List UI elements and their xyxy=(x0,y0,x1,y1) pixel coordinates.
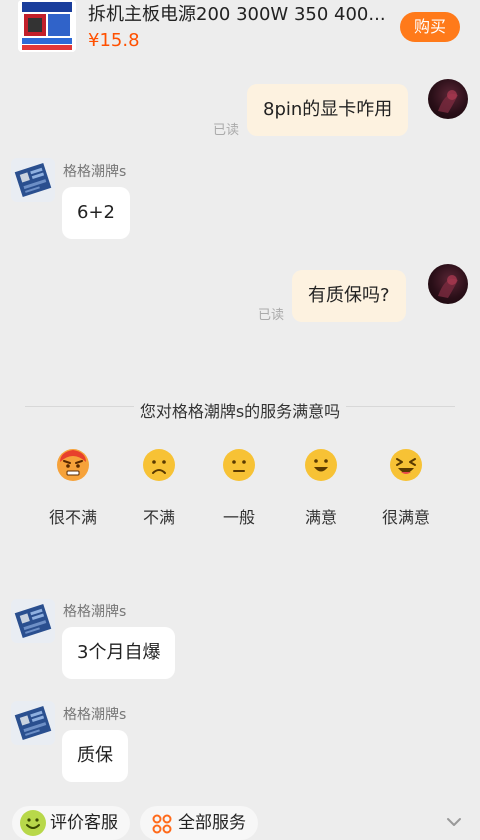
neutral-face-icon xyxy=(223,449,255,481)
rating-label: 一般 xyxy=(222,508,255,527)
frown-face-icon xyxy=(143,449,175,481)
review-service-button[interactable]: 评价客服 xyxy=(12,806,130,840)
message-bubble-incoming[interactable]: 3个月自爆 xyxy=(62,627,176,679)
rating-option-unsatisfied[interactable]: 不满 xyxy=(119,448,199,528)
angry-face-icon xyxy=(57,449,89,481)
rating-label: 很不满 xyxy=(48,508,97,527)
buy-button[interactable]: 购买 xyxy=(400,12,460,42)
product-thumbnail[interactable] xyxy=(18,0,76,52)
user-avatar-icon xyxy=(438,275,458,298)
rating-label: 很满意 xyxy=(381,508,430,527)
grid-services-icon xyxy=(152,814,172,834)
smile-face-icon xyxy=(305,449,337,481)
sender-name: 格格潮牌s xyxy=(63,164,127,180)
message-bubble-incoming[interactable]: 质保 xyxy=(62,730,128,782)
rating-option-neutral[interactable]: 一般 xyxy=(199,448,279,528)
chevron-down-icon[interactable] xyxy=(446,814,462,830)
motherboard-icon xyxy=(14,163,52,197)
sender-name: 格格潮牌s xyxy=(63,707,127,723)
message-bubble-outgoing[interactable]: 有质保吗? xyxy=(292,270,406,322)
rating-option-very-satisfied[interactable]: 很满意 xyxy=(366,448,446,528)
user-avatar-icon xyxy=(438,90,458,113)
smiley-icon xyxy=(20,810,46,836)
rating-option-satisfied[interactable]: 满意 xyxy=(281,448,361,528)
rating-option-very-unsatisfied[interactable]: 很不满 xyxy=(33,448,113,528)
rating-label: 满意 xyxy=(304,508,337,527)
message-bubble-outgoing[interactable]: 8pin的显卡咋用 xyxy=(247,84,409,136)
survey-title: 您对格格潮牌s的服务满意吗 xyxy=(0,398,480,422)
user-avatar[interactable] xyxy=(428,79,468,119)
motherboard-icon xyxy=(14,706,52,740)
read-status: 已读 xyxy=(258,308,285,323)
message-bubble-incoming[interactable]: 6+2 xyxy=(62,187,130,239)
product-image-icon xyxy=(18,0,76,52)
shop-avatar[interactable] xyxy=(11,701,55,745)
read-status: 已读 xyxy=(213,123,240,138)
all-services-label: 全部服务 xyxy=(178,813,246,833)
user-avatar[interactable] xyxy=(428,264,468,304)
laughing-face-icon xyxy=(390,449,422,481)
survey-title-text: 您对格格潮牌s的服务满意吗 xyxy=(133,402,347,421)
product-title[interactable]: 拆机主板电源200 300W 350 400... xyxy=(88,0,388,26)
shop-avatar[interactable] xyxy=(11,599,55,643)
product-price: ¥15.8 xyxy=(88,30,140,51)
all-services-button[interactable]: 全部服务 xyxy=(140,806,258,840)
rating-label: 不满 xyxy=(142,508,175,527)
motherboard-icon xyxy=(14,604,52,638)
review-service-label: 评价客服 xyxy=(50,813,118,833)
sender-name: 格格潮牌s xyxy=(63,604,127,620)
shop-avatar[interactable] xyxy=(11,158,55,202)
